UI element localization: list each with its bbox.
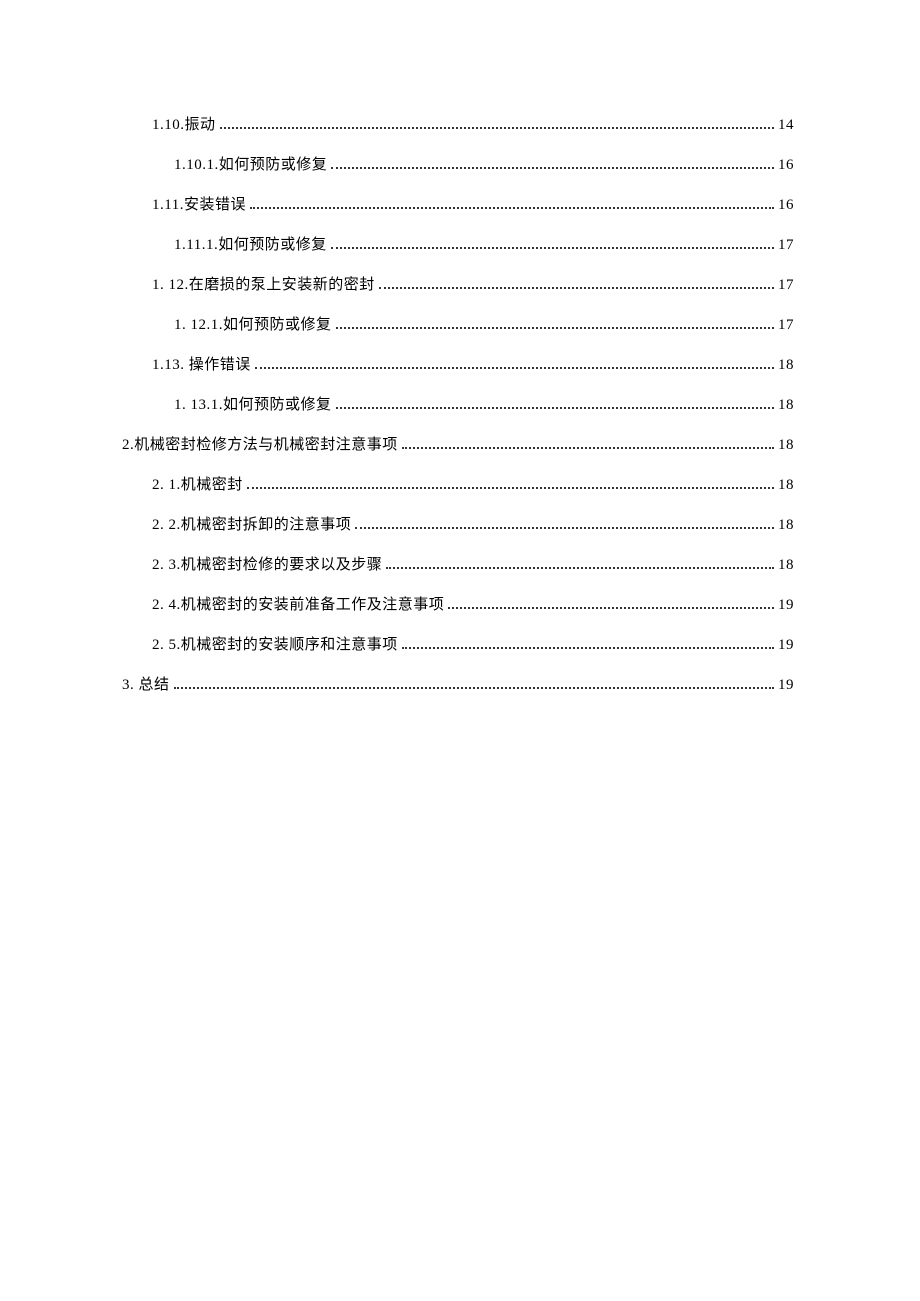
toc-label: 1.10.1.如何预防或修复 [174, 153, 327, 174]
toc-entry: 1.10.振动 14 [122, 113, 794, 134]
toc-leader [331, 247, 774, 249]
toc-leader [174, 687, 774, 689]
toc-label: 2.机械密封检修方法与机械密封注意事项 [122, 433, 398, 454]
toc-entry: 3. 总结 19 [122, 673, 794, 694]
toc-page-number: 19 [778, 597, 794, 614]
toc-entry: 2. 4.机械密封的安装前准备工作及注意事项 19 [122, 593, 794, 614]
toc-label: 2. 3.机械密封检修的要求以及步骤 [152, 553, 382, 574]
toc-leader [402, 447, 774, 449]
toc-entry: 2. 2.机械密封拆卸的注意事项 18 [122, 513, 794, 534]
toc-entry: 1.10.1.如何预防或修复 16 [122, 153, 794, 174]
toc-leader [386, 567, 774, 569]
toc-label: 2. 5.机械密封的安装顺序和注意事项 [152, 633, 398, 654]
toc-label: 2. 4.机械密封的安装前准备工作及注意事项 [152, 593, 444, 614]
toc-entry: 2.机械密封检修方法与机械密封注意事项 18 [122, 433, 794, 454]
toc-label: 1. 12.在磨损的泵上安装新的密封 [152, 273, 375, 294]
toc-leader [247, 487, 774, 489]
toc-leader [355, 527, 774, 529]
toc-page-number: 18 [778, 357, 794, 374]
toc-page-number: 16 [778, 197, 794, 214]
toc-page-number: 17 [778, 317, 794, 334]
toc-page-number: 19 [778, 637, 794, 654]
toc-leader [336, 407, 774, 409]
toc-label: 1.11.安装错误 [152, 193, 246, 214]
table-of-contents: 1.10.振动 14 1.10.1.如何预防或修复 16 1.11.安装错误 1… [122, 113, 794, 694]
toc-label: 2. 2.机械密封拆卸的注意事项 [152, 513, 351, 534]
toc-page-number: 18 [778, 437, 794, 454]
toc-leader [250, 207, 774, 209]
toc-label: 1.13. 操作错误 [152, 353, 251, 374]
toc-page-number: 18 [778, 477, 794, 494]
toc-page-number: 16 [778, 157, 794, 174]
toc-entry: 1. 13.1.如何预防或修复 18 [122, 393, 794, 414]
toc-page-number: 19 [778, 677, 794, 694]
document-page: 1.10.振动 14 1.10.1.如何预防或修复 16 1.11.安装错误 1… [0, 0, 920, 1301]
toc-leader [336, 327, 774, 329]
toc-label: 3. 总结 [122, 673, 170, 694]
toc-entry: 2. 3.机械密封检修的要求以及步骤 18 [122, 553, 794, 574]
toc-label: 1.11.1.如何预防或修复 [174, 233, 327, 254]
toc-page-number: 14 [778, 117, 794, 134]
toc-entry: 1.13. 操作错误 18 [122, 353, 794, 374]
toc-entry: 1. 12.1.如何预防或修复 17 [122, 313, 794, 334]
toc-entry: 1. 12.在磨损的泵上安装新的密封 17 [122, 273, 794, 294]
toc-label: 1. 13.1.如何预防或修复 [174, 393, 332, 414]
toc-leader [220, 127, 774, 129]
toc-leader [331, 167, 774, 169]
toc-page-number: 18 [778, 557, 794, 574]
toc-page-number: 18 [778, 517, 794, 534]
toc-page-number: 18 [778, 397, 794, 414]
toc-leader [379, 287, 774, 289]
toc-label: 1. 12.1.如何预防或修复 [174, 313, 332, 334]
toc-entry: 2. 5.机械密封的安装顺序和注意事项 19 [122, 633, 794, 654]
toc-leader [448, 607, 774, 609]
toc-entry: 1.11.1.如何预防或修复 17 [122, 233, 794, 254]
toc-label: 2. 1.机械密封 [152, 473, 243, 494]
toc-leader [402, 647, 774, 649]
toc-entry: 2. 1.机械密封 18 [122, 473, 794, 494]
toc-page-number: 17 [778, 277, 794, 294]
toc-leader [255, 367, 774, 369]
toc-label: 1.10.振动 [152, 113, 216, 134]
toc-entry: 1.11.安装错误 16 [122, 193, 794, 214]
toc-page-number: 17 [778, 237, 794, 254]
